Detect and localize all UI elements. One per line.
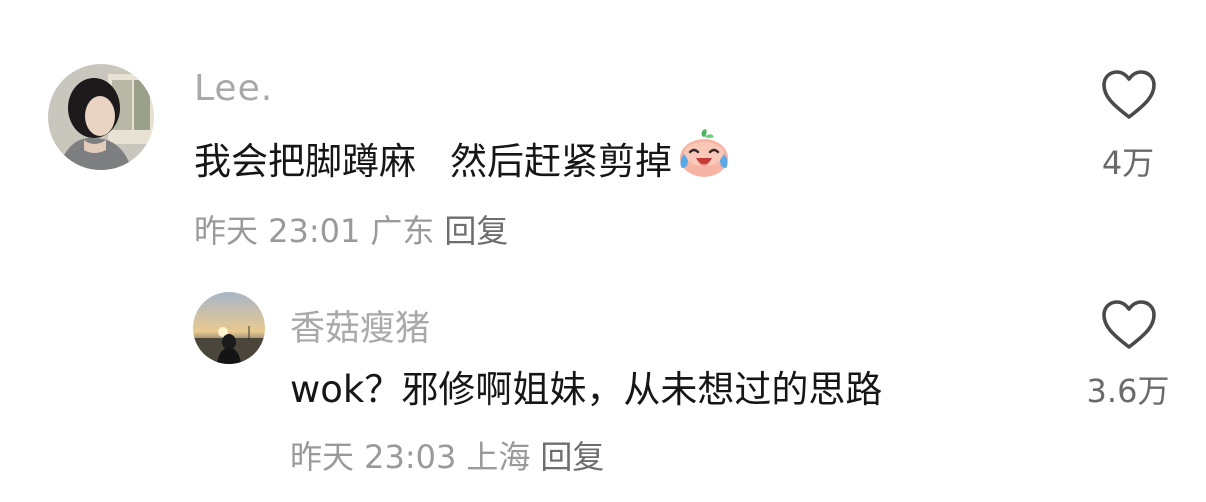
username[interactable]: 香菇瘦猪 xyxy=(290,300,430,351)
comment-time: 昨天 23:03 xyxy=(290,438,457,476)
comment-location: 上海 xyxy=(466,438,531,476)
heart-icon xyxy=(1102,300,1156,349)
comment-meta: 昨天 23:03 上海 回复 xyxy=(290,432,614,478)
avatar[interactable] xyxy=(193,292,265,364)
reply-button[interactable]: 回复 xyxy=(540,438,604,476)
reply-comment-item: 香菇瘦猪 wok？邪修啊姐妹，从未想过的思路 昨天 23:03 上海 回复 3.6万 xyxy=(0,0,1206,502)
like-count: 3.6万 xyxy=(1086,372,1170,410)
avatar-photo xyxy=(193,292,265,364)
like-button[interactable] xyxy=(1100,298,1158,352)
comment-text: wok？邪修啊姐妹，从未想过的思路 xyxy=(290,368,883,411)
